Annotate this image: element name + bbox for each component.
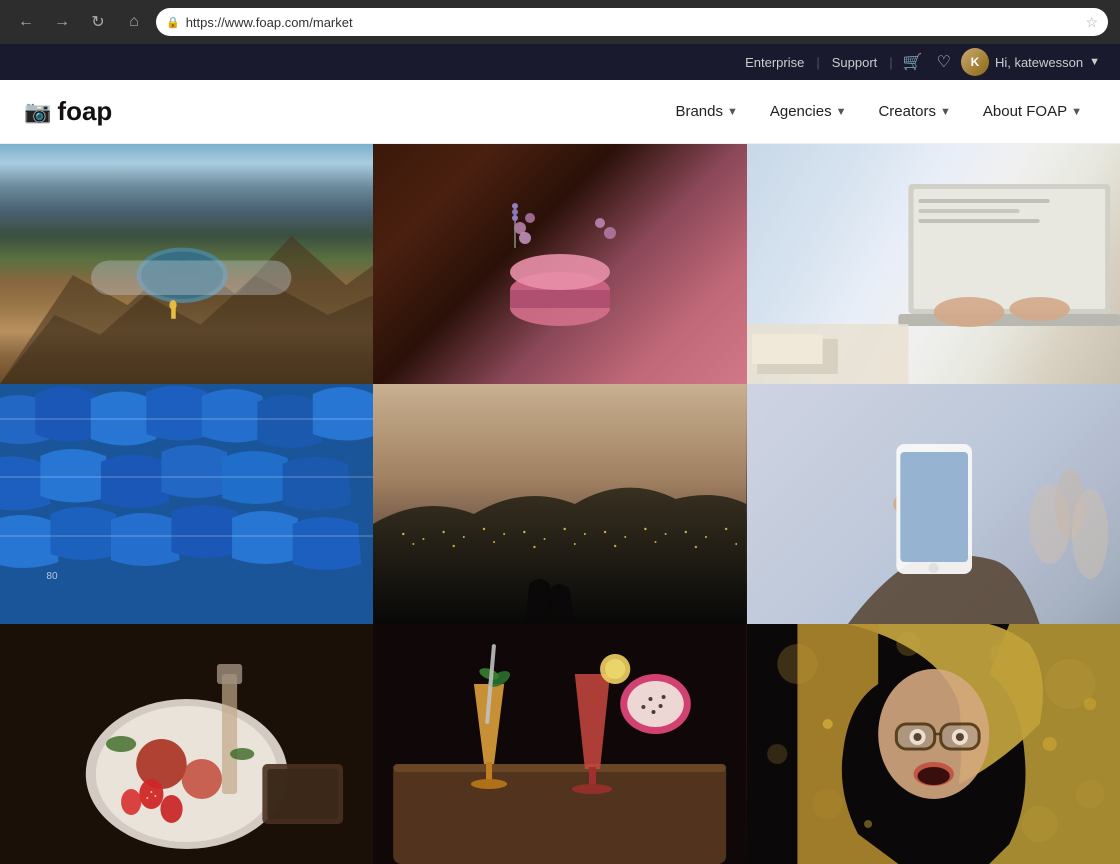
about-label: About FOAP (983, 103, 1067, 120)
browser-chrome: ← → ↻ ⌂ 🔒 https://www.foap.com/market ☆ (0, 0, 1120, 44)
svg-text:80: 80 (46, 571, 58, 582)
nav-creators[interactable]: Creators ▼ (864, 95, 964, 128)
divider-1: | (816, 55, 819, 70)
utility-bar: Enterprise | Support | 🛒 ♡ K Hi, katewes… (0, 44, 1120, 80)
home-button[interactable]: ⌂ (120, 8, 148, 36)
brands-chevron-icon: ▼ (727, 106, 738, 118)
lock-icon: 🔒 (166, 16, 180, 29)
photo-citynight[interactable] (373, 384, 746, 624)
photo-phone[interactable] (747, 384, 1120, 624)
divider-2: | (889, 55, 892, 70)
photo-laptop[interactable] (747, 144, 1120, 384)
nav-brands[interactable]: Brands ▼ (661, 95, 751, 128)
photo-mountain[interactable] (0, 144, 373, 384)
nav-links: Brands ▼ Agencies ▼ Creators ▼ About FOA… (661, 95, 1096, 128)
brands-label: Brands (675, 103, 723, 120)
back-button[interactable]: ← (12, 8, 40, 36)
photo-macarons[interactable] (373, 144, 746, 384)
forward-button[interactable]: → (48, 8, 76, 36)
logo-text: foap (57, 96, 112, 127)
camera-icon: 📷 (24, 99, 51, 125)
user-menu-chevron-icon[interactable]: ▼ (1089, 56, 1100, 68)
photo-food1[interactable] (0, 624, 373, 864)
logo[interactable]: 📷 foap (24, 96, 112, 127)
agencies-chevron-icon: ▼ (836, 106, 847, 118)
creators-chevron-icon: ▼ (940, 106, 951, 118)
photo-boats[interactable]: 80 (0, 384, 373, 624)
about-chevron-icon: ▼ (1071, 106, 1082, 118)
nav-agencies[interactable]: Agencies ▼ (756, 95, 861, 128)
bookmark-icon[interactable]: ☆ (1085, 14, 1098, 31)
location-icon[interactable]: ♡ (933, 52, 955, 72)
agencies-label: Agencies (770, 103, 832, 120)
support-link[interactable]: Support (826, 55, 884, 70)
photo-grid: 80 (0, 144, 1120, 864)
address-bar[interactable]: 🔒 https://www.foap.com/market ☆ (156, 8, 1108, 36)
enterprise-link[interactable]: Enterprise (739, 55, 810, 70)
cart-icon[interactable]: 🛒 (899, 52, 927, 72)
reload-button[interactable]: ↻ (84, 8, 112, 36)
main-nav: 📷 foap Brands ▼ Agencies ▼ Creators ▼ Ab… (0, 80, 1120, 144)
photo-woman[interactable] (747, 624, 1120, 864)
photo-drinks[interactable] (373, 624, 746, 864)
nav-about[interactable]: About FOAP ▼ (969, 95, 1096, 128)
creators-label: Creators (878, 103, 936, 120)
url-text: https://www.foap.com/market (186, 15, 1080, 30)
user-greeting[interactable]: Hi, katewesson (995, 55, 1083, 70)
avatar[interactable]: K (961, 48, 989, 76)
